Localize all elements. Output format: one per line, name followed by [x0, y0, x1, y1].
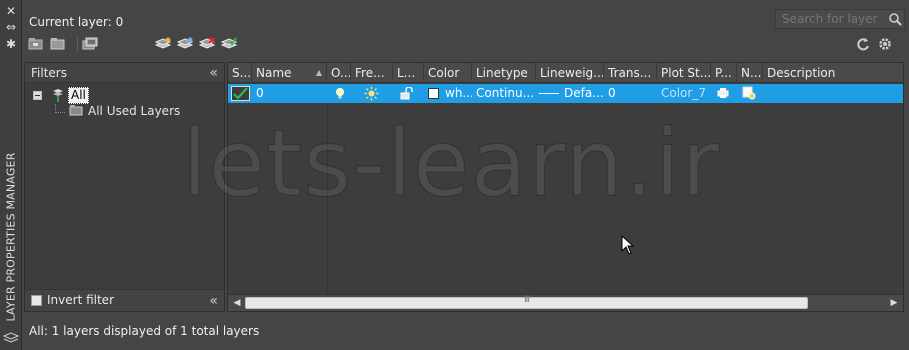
plot-style-cell: Color_7	[661, 86, 706, 100]
search-icon[interactable]	[888, 12, 902, 26]
col-color[interactable]: Color	[424, 63, 472, 83]
table-row[interactable]: 0 wh... Continu... Defa... 0 Color_7	[228, 84, 903, 103]
properties-icon[interactable]: ✱	[4, 37, 18, 51]
search-input[interactable]	[775, 9, 905, 29]
lineweight-sample	[539, 93, 559, 94]
new-group-filter-icon[interactable]	[50, 37, 66, 51]
refresh-icon[interactable]	[855, 37, 871, 51]
sort-arrow-icon: ▲	[315, 68, 322, 77]
new-vp-freeze-icon[interactable]	[742, 86, 756, 100]
layers-icon	[3, 332, 19, 343]
used-layers-filter-icon	[69, 105, 83, 116]
layer-states-manager-icon[interactable]	[82, 37, 98, 51]
new-property-filter-icon[interactable]	[28, 37, 44, 51]
column-divider	[327, 104, 328, 294]
color-swatch[interactable]	[428, 88, 439, 99]
collapse-filters-bottom-icon[interactable]: «	[209, 291, 218, 311]
collapse-filters-icon[interactable]: «	[209, 63, 218, 83]
grid-header: S... Name ▲ O... Fre... L... Color Linety…	[228, 63, 903, 83]
invert-filter-checkbox[interactable]	[31, 295, 42, 306]
col-lock[interactable]: L...	[393, 63, 424, 83]
col-status[interactable]: S...	[228, 63, 252, 83]
filter-tree-icon	[53, 89, 63, 102]
col-on[interactable]: O...	[327, 63, 351, 83]
mouse-cursor-icon	[621, 235, 635, 255]
horizontal-scrollbar[interactable]: ◀ III ▶	[228, 294, 903, 311]
set-current-icon[interactable]	[221, 37, 237, 51]
filter-tree-item-used-layers[interactable]: All Used Layers	[88, 104, 180, 118]
transparency-cell[interactable]: 0	[604, 84, 657, 103]
col-plot-style[interactable]: Plot St...	[657, 63, 711, 83]
status-text: All: 1 layers displayed of 1 total layer…	[29, 324, 260, 338]
linetype-cell[interactable]: Continu...	[472, 84, 536, 103]
col-plot[interactable]: P...	[711, 63, 737, 83]
invert-filter-label: Invert filter	[47, 293, 114, 307]
delete-layer-icon[interactable]	[199, 37, 215, 51]
scroll-left-icon[interactable]: ◀	[230, 295, 244, 312]
layer-properties-panel: Current layer: 0 Filters «	[22, 0, 909, 350]
filters-pane: Filters « All All Used Layers Invert fil…	[24, 62, 225, 312]
title-strip: ✕ ⇔ ✱ LAYER PROPERTIES MANAGER	[0, 0, 22, 350]
bulb-on-icon[interactable]	[335, 87, 345, 100]
new-layer-icon[interactable]	[155, 37, 171, 51]
current-layer-check-icon	[231, 86, 250, 101]
layer-name-cell[interactable]: 0	[252, 84, 327, 103]
col-transparency[interactable]: Trans...	[604, 63, 657, 83]
col-new-vp-freeze[interactable]: N...	[737, 63, 763, 83]
filter-tree-item-all[interactable]: All	[68, 87, 89, 104]
color-name-cell[interactable]: wh...	[441, 84, 472, 103]
autohide-icon[interactable]: ⇔	[4, 20, 18, 34]
col-lineweight[interactable]: Lineweig...	[536, 63, 604, 83]
filters-header: Filters	[31, 66, 67, 80]
tree-collapse-toggle[interactable]	[33, 91, 42, 100]
description-cell[interactable]	[763, 84, 903, 103]
close-icon[interactable]: ✕	[4, 4, 18, 18]
panel-title: LAYER PROPERTIES MANAGER	[4, 152, 18, 322]
settings-gear-icon[interactable]	[877, 37, 893, 51]
current-layer-label: Current layer: 0	[29, 15, 124, 29]
scroll-right-icon[interactable]: ▶	[887, 295, 901, 312]
printer-icon[interactable]	[717, 87, 729, 99]
toolbar-separator	[77, 36, 78, 52]
lineweight-cell[interactable]: Defa...	[560, 84, 604, 103]
col-description[interactable]: Description	[763, 63, 903, 83]
scroll-thumb[interactable]: III	[245, 295, 808, 309]
col-name[interactable]: Name ▲	[252, 63, 327, 83]
layer-grid: S... Name ▲ O... Fre... L... Color Linety…	[227, 62, 904, 312]
col-linetype[interactable]: Linetype	[472, 63, 536, 83]
col-freeze[interactable]: Fre...	[351, 63, 393, 83]
new-layer-vp-frozen-icon[interactable]	[177, 37, 193, 51]
sun-thawed-icon[interactable]	[364, 86, 379, 101]
unlock-icon[interactable]	[400, 87, 414, 100]
